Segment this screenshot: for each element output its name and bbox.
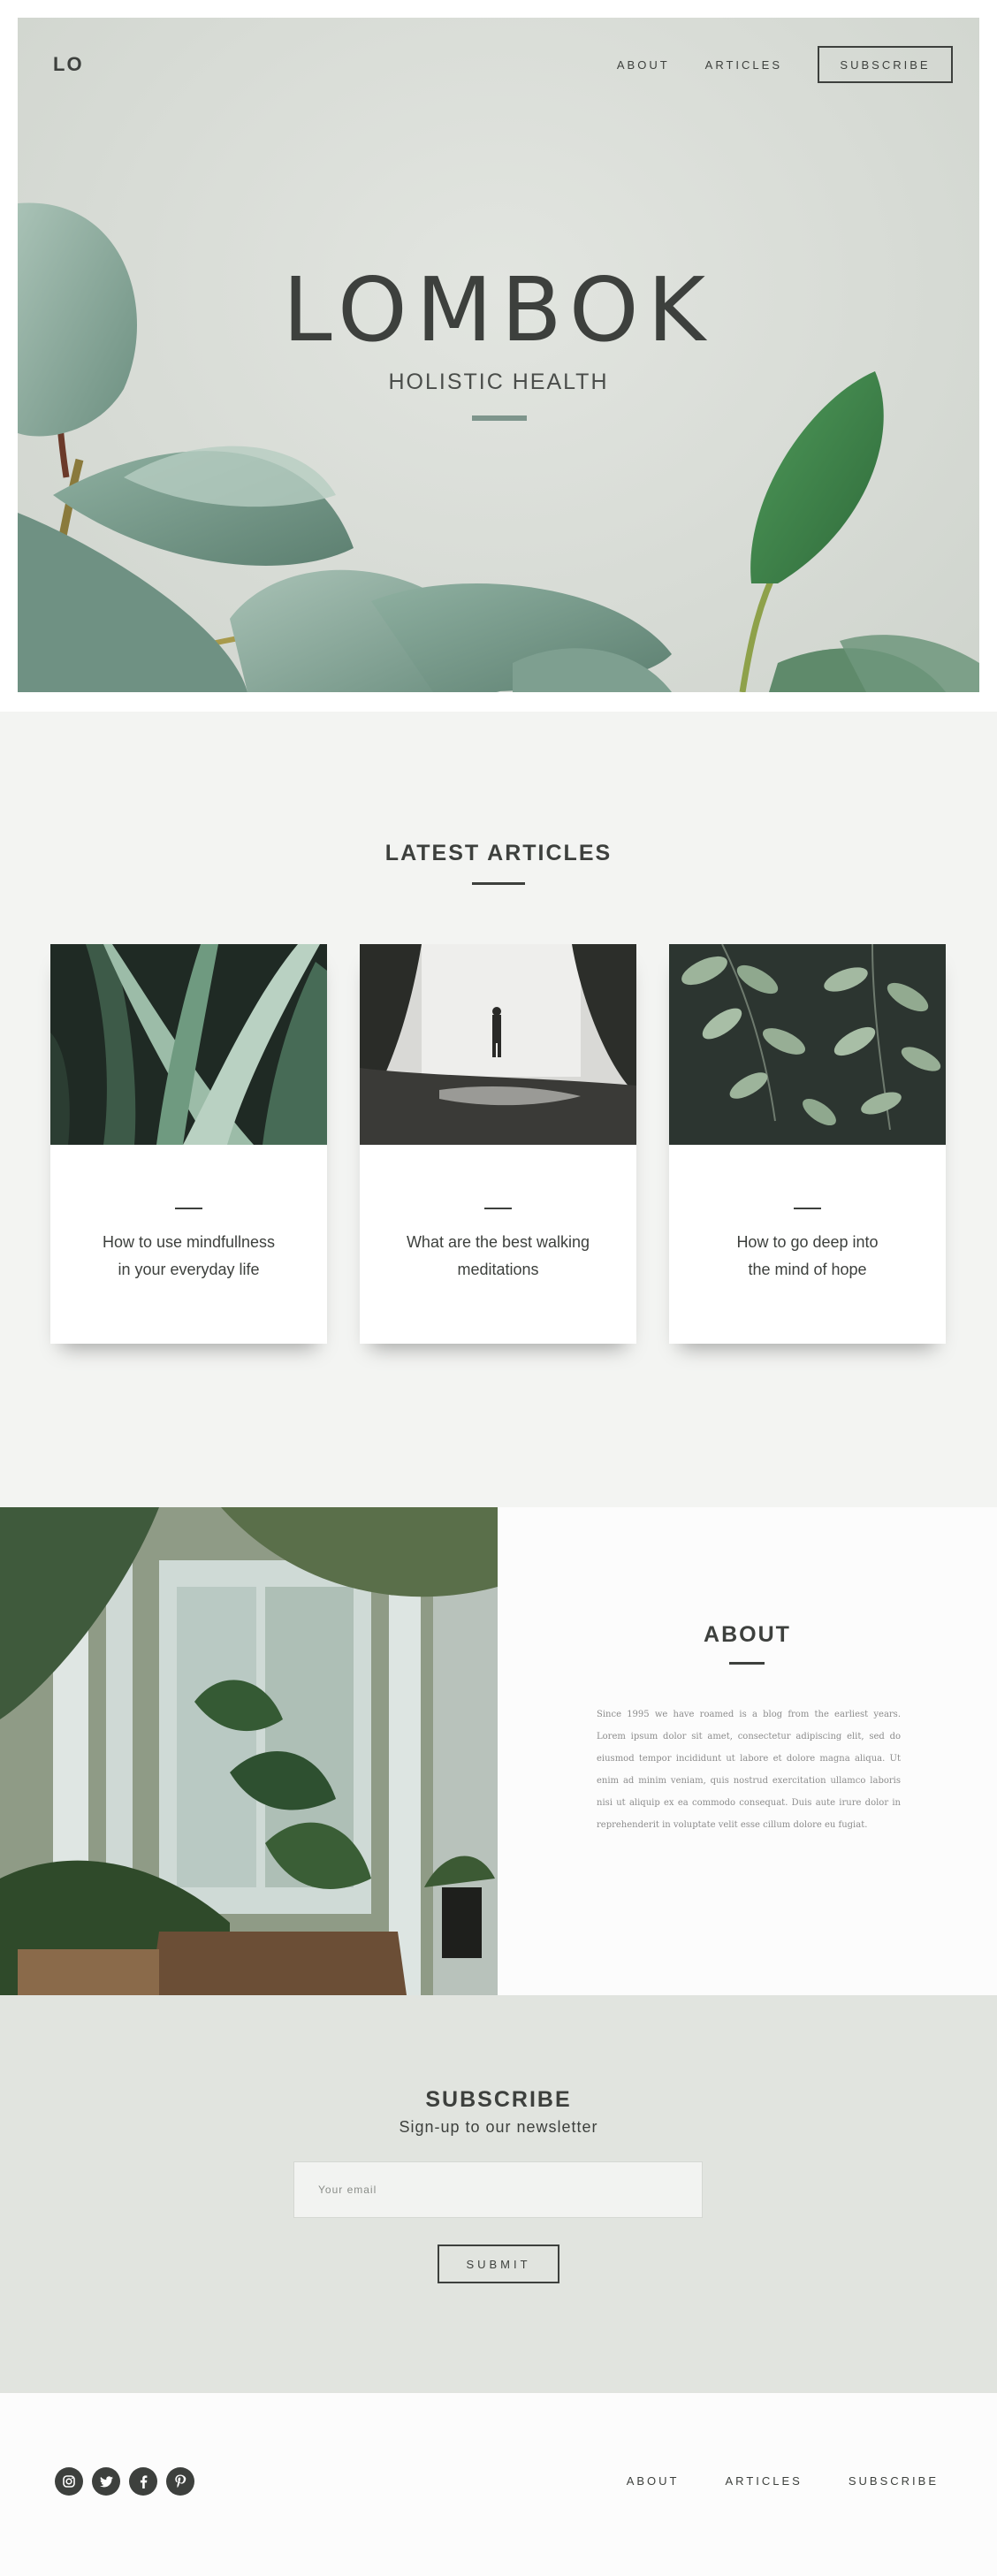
article-cards: How to use mindfullness in your everyday… [50,944,946,1344]
site-logo[interactable]: LO [53,53,84,76]
subscribe-lede: Sign-up to our newsletter [399,2118,598,2136]
nav-subscribe-button[interactable]: SUBSCRIBE [818,46,953,83]
about-heading: ABOUT [704,1622,791,1647]
instagram-icon[interactable] [55,2467,83,2496]
pinterest-icon[interactable] [166,2467,194,2496]
facebook-icon[interactable] [129,2467,157,2496]
article-image-leaves [50,944,327,1145]
article-title-line: What are the best walking [406,1233,590,1251]
social-links [55,2467,203,2496]
article-title-line: the mind of hope [748,1261,867,1278]
article-title: What are the best walking meditations [386,1229,610,1284]
article-image-eucalyptus [669,944,946,1145]
hero-accent-bar [472,415,527,421]
article-title-line: meditations [457,1261,539,1278]
hero-title: LOMBOK [282,258,715,362]
top-nav: LO ABOUT ARTICLES SUBSCRIBE [53,46,953,83]
articles-heading-rule [472,882,525,885]
footer-nav: ABOUT ARTICLES SUBSCRIBE [581,2474,939,2488]
nav-links: ABOUT ARTICLES SUBSCRIBE [582,46,953,83]
submit-button[interactable]: SUBMIT [438,2244,559,2283]
about-heading-rule [729,1662,765,1665]
about-text-panel: ABOUT Since 1995 we have roamed is a blo… [498,1507,997,1995]
footer: ABOUT ARTICLES SUBSCRIBE [0,2393,997,2576]
footer-subscribe-link[interactable]: SUBSCRIBE [849,2474,939,2488]
article-title-line: How to go deep into [736,1233,879,1251]
article-card[interactable]: How to go deep into the mind of hope [669,944,946,1344]
twitter-icon[interactable] [92,2467,120,2496]
footer-articles-link[interactable]: ARTICLES [726,2474,803,2488]
card-dash [175,1208,202,1209]
articles-heading: LATEST ARTICLES [384,841,613,865]
article-card[interactable]: How to use mindfullness in your everyday… [50,944,327,1344]
card-dash [794,1208,821,1209]
article-title: How to use mindfullness in your everyday… [77,1229,301,1284]
hero-section: LO ABOUT ARTICLES SUBSCRIBE LOMBOK HOLIS… [18,18,979,692]
latest-articles-section: LATEST ARTICLES How to use mindfullness … [0,712,997,1507]
nav-articles-link[interactable]: ARTICLES [705,58,782,72]
hero-subtitle: HOLISTIC HEALTH [388,370,609,394]
footer-about-link[interactable]: ABOUT [627,2474,680,2488]
article-title-line: in your everyday life [118,1261,260,1278]
nav-about-link[interactable]: ABOUT [617,58,670,72]
subscribe-heading: SUBSCRIBE [425,2087,572,2112]
about-body-text: Since 1995 we have roamed is a blog from… [597,1710,901,1830]
hero-frame: LO ABOUT ARTICLES SUBSCRIBE LOMBOK HOLIS… [0,0,997,692]
subscribe-section: SUBSCRIBE Sign-up to our newsletter SUBM… [0,1995,997,2393]
about-greenhouse-image [0,1507,498,1995]
article-title-line: How to use mindfullness [102,1233,276,1251]
card-dash [484,1208,512,1209]
email-input[interactable] [293,2161,703,2218]
article-card[interactable]: What are the best walking meditations [360,944,636,1344]
article-title: How to go deep into the mind of hope [696,1229,919,1284]
about-section: ABOUT Since 1995 we have roamed is a blo… [0,1507,997,1995]
article-image-walker [360,944,636,1145]
